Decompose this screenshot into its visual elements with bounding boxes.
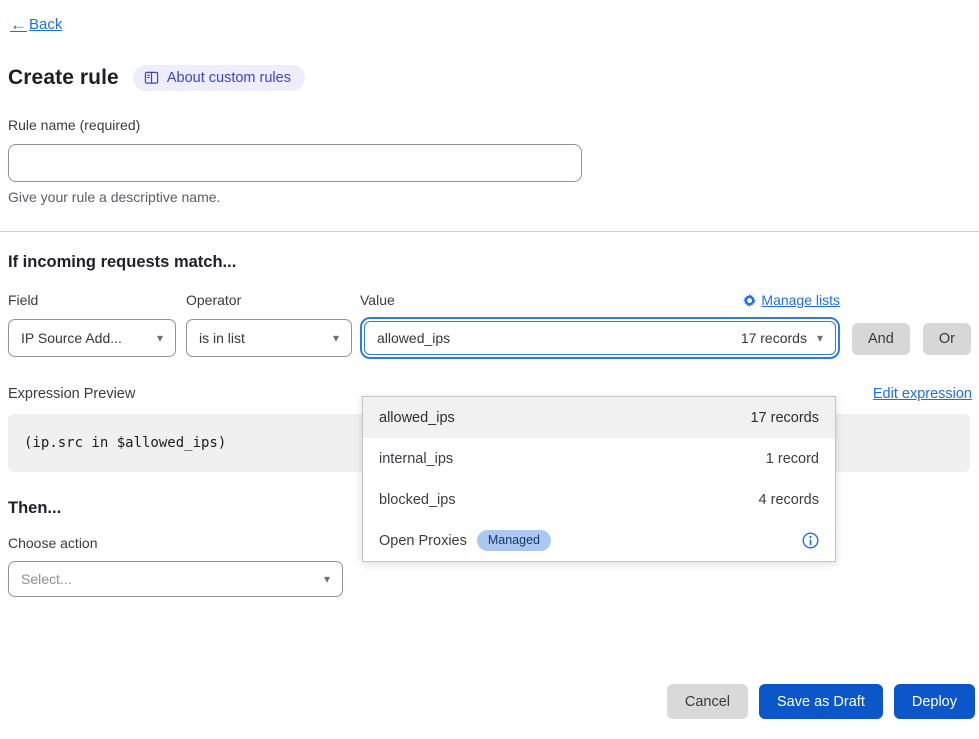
rule-name-input[interactable] <box>8 144 582 182</box>
rule-name-label: Rule name (required) <box>8 117 140 133</box>
list-option-name: Open Proxies <box>379 533 467 549</box>
condition-row: Field IP Source Add... ▾ Operator is in … <box>8 292 972 359</box>
back-arrow-icon: ← <box>10 16 27 33</box>
back-link-label: Back <box>29 16 62 33</box>
chevron-down-icon: ▾ <box>333 332 339 344</box>
action-select[interactable]: Select... ▾ <box>8 561 343 597</box>
rule-name-helper: Give your rule a descriptive name. <box>8 189 972 205</box>
list-option-allowed-ips[interactable]: allowed_ips 17 records <box>363 397 835 438</box>
manage-lists-link[interactable]: Manage lists <box>743 292 840 308</box>
section-divider <box>0 231 979 232</box>
gear-icon <box>743 294 756 307</box>
footer-actions: Cancel Save as Draft Deploy <box>667 684 975 719</box>
rule-name-group: Rule name (required) Give your rule a de… <box>8 117 972 205</box>
deploy-button[interactable]: Deploy <box>894 684 975 719</box>
field-select-value: IP Source Add... <box>21 330 122 346</box>
value-select[interactable]: allowed_ips 17 records ▾ <box>364 321 836 355</box>
cancel-button[interactable]: Cancel <box>667 684 748 719</box>
list-option-name: allowed_ips <box>379 410 455 426</box>
back-link[interactable]: ← Back <box>10 16 62 33</box>
chevron-down-icon: ▾ <box>324 573 330 585</box>
page-title: Create rule <box>8 66 119 90</box>
chevron-down-icon: ▾ <box>157 332 163 344</box>
manage-lists-label: Manage lists <box>761 292 840 308</box>
info-icon[interactable] <box>802 532 819 549</box>
field-select[interactable]: IP Source Add... ▾ <box>8 319 176 357</box>
list-option-name: internal_ips <box>379 451 453 467</box>
operator-select-value: is in list <box>199 330 245 346</box>
action-select-placeholder: Select... <box>21 571 72 587</box>
and-button[interactable]: And <box>852 323 910 355</box>
value-select-selected: allowed_ips <box>377 330 741 346</box>
field-column: Field IP Source Add... ▾ <box>8 292 176 359</box>
or-button[interactable]: Or <box>923 323 971 355</box>
operator-column: Operator is in list ▾ <box>186 292 352 359</box>
book-icon <box>144 71 159 85</box>
condition-join-buttons: And Or <box>852 323 971 359</box>
value-column: Value Manage lists allowed_ips 17 record… <box>360 292 840 359</box>
about-custom-rules-badge[interactable]: About custom rules <box>133 65 305 91</box>
chevron-down-icon: ▾ <box>817 332 823 344</box>
list-option-open-proxies[interactable]: Open Proxies Managed <box>363 520 835 561</box>
expression-code: (ip.src in $allowed_ips) <box>24 435 226 451</box>
title-row: Create rule About custom rules <box>8 65 972 91</box>
operator-select[interactable]: is in list ▾ <box>186 319 352 357</box>
about-badge-label: About custom rules <box>167 70 291 86</box>
list-option-detail: 4 records <box>759 492 819 508</box>
expression-preview-label: Expression Preview <box>8 386 135 402</box>
list-option-internal-ips[interactable]: internal_ips 1 record <box>363 438 835 479</box>
value-select-records: 17 records <box>741 330 807 346</box>
operator-label: Operator <box>186 292 241 308</box>
list-option-name: blocked_ips <box>379 492 456 508</box>
edit-expression-link[interactable]: Edit expression <box>873 386 972 402</box>
save-as-draft-button[interactable]: Save as Draft <box>759 684 883 719</box>
list-dropdown: allowed_ips 17 records internal_ips 1 re… <box>362 396 836 562</box>
list-option-detail: 17 records <box>750 410 819 426</box>
match-section-heading: If incoming requests match... <box>8 253 972 272</box>
value-select-focus-ring: allowed_ips 17 records ▾ <box>360 317 840 359</box>
list-option-detail: 1 record <box>766 451 819 467</box>
managed-badge: Managed <box>477 530 551 551</box>
create-rule-page: ← Back Create rule About custom rules Ru… <box>0 0 979 739</box>
field-label: Field <box>8 292 38 308</box>
value-label: Value <box>360 292 395 308</box>
list-option-blocked-ips[interactable]: blocked_ips 4 records <box>363 479 835 520</box>
